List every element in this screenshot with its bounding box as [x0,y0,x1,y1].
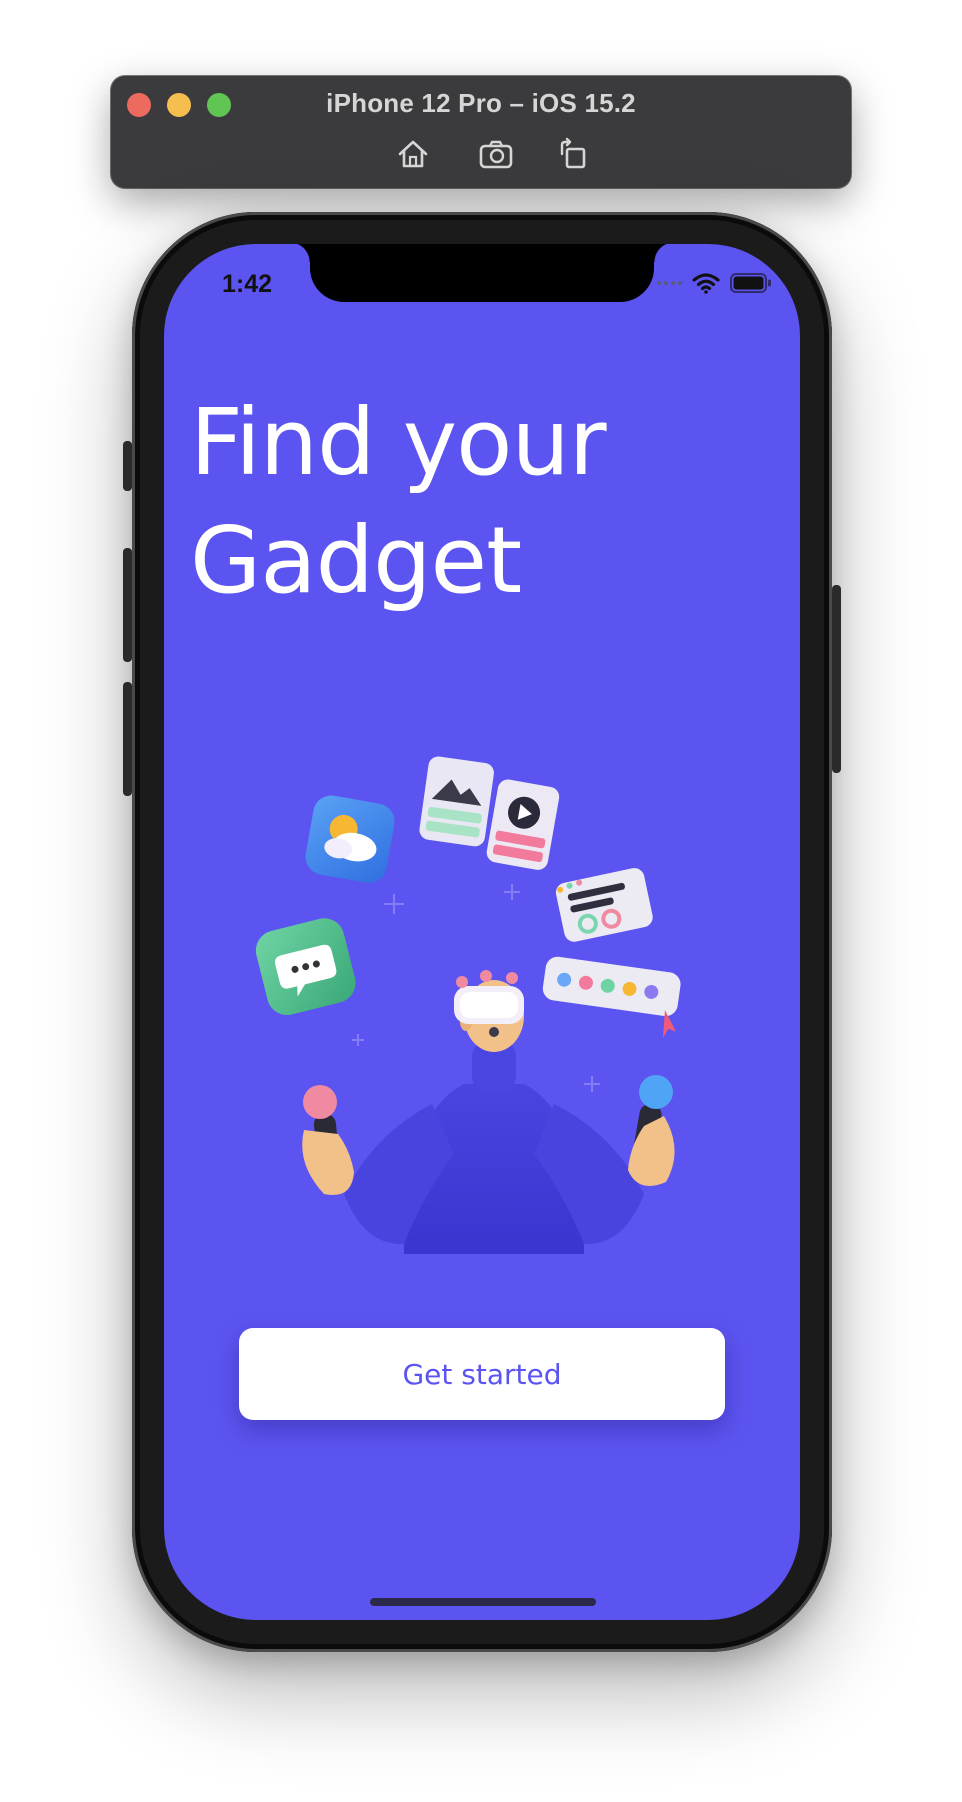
wifi-icon [692,273,720,294]
home-icon[interactable] [393,134,433,174]
home-indicator[interactable] [370,1598,596,1606]
person-figure [302,970,675,1254]
title-line-1: Find your [190,389,607,496]
video-card-icon [486,779,560,870]
color-palette-icon [542,956,681,1039]
camera-icon[interactable] [476,134,516,174]
volume-down-button [123,682,132,796]
app-screen: 1:42 Find your Gadget Get started [164,244,800,1620]
simulator-titlebar[interactable]: iPhone 12 Pro – iOS 15.2 [111,76,851,188]
vr-person-juggling-apps-illustration [255,756,681,1254]
mute-switch [123,441,132,491]
settings-card-icon [555,868,653,942]
weather-app-icon [305,795,395,883]
battery-icon [730,273,771,293]
get-started-button[interactable]: Get started [239,1328,725,1420]
title-line-2: Gadget [190,507,522,614]
signal-icon [657,281,682,285]
status-time: 1:42 [222,270,273,298]
power-button [832,585,841,773]
volume-up-button [123,548,132,662]
image-card-icon [419,756,494,847]
status-icons [657,270,772,296]
notch [290,244,674,302]
chat-app-icon [255,918,356,1016]
page-title: Find your Gadget [190,384,607,620]
rotate-icon[interactable] [553,134,593,174]
window-title: iPhone 12 Pro – iOS 15.2 [326,88,636,118]
simulator-window: iPhone 12 Pro – iOS 15.2 1:42 Find your … [0,0,962,1802]
